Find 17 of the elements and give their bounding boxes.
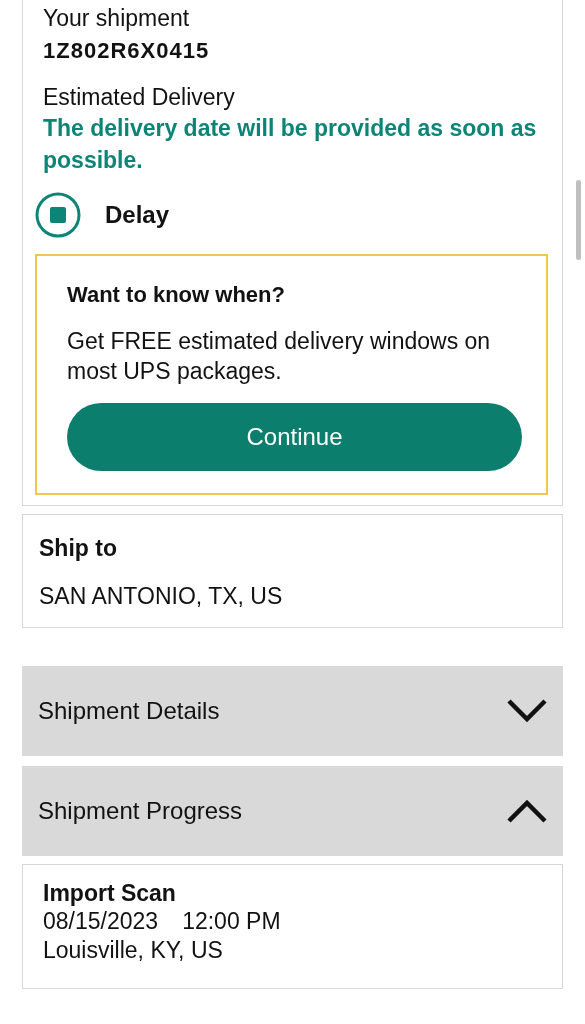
delivery-message: The delivery date will be provided as soon as possible. [43, 113, 538, 175]
event-date: 08/15/2023 [43, 906, 159, 936]
section-header[interactable]: Shipment Details [22, 666, 563, 757]
ship-to-address: SAN ANTONIO, TX, US [39, 581, 284, 611]
section-header[interactable]: Shipment Progress [22, 766, 563, 857]
promo-text: Get FREE estimated delivery windows on most UPS packages. [67, 327, 492, 387]
continue-button[interactable]: Continue [67, 403, 522, 472]
estimated-delivery-label: Estimated Delivery [43, 82, 236, 112]
event-status: Import Scan [43, 881, 177, 907]
shipment-label: Your shipment [43, 4, 191, 33]
event-time: 12:00 PM [182, 906, 281, 936]
tracking-number: 1Z802R6X0415 [43, 36, 211, 65]
status-label: Delay [105, 200, 170, 231]
promo-title: Want to know when? [67, 281, 286, 310]
status-icon [35, 192, 81, 239]
event-location: Louisville, KY, US [43, 936, 224, 965]
ship-to-label: Ship to [39, 534, 118, 564]
